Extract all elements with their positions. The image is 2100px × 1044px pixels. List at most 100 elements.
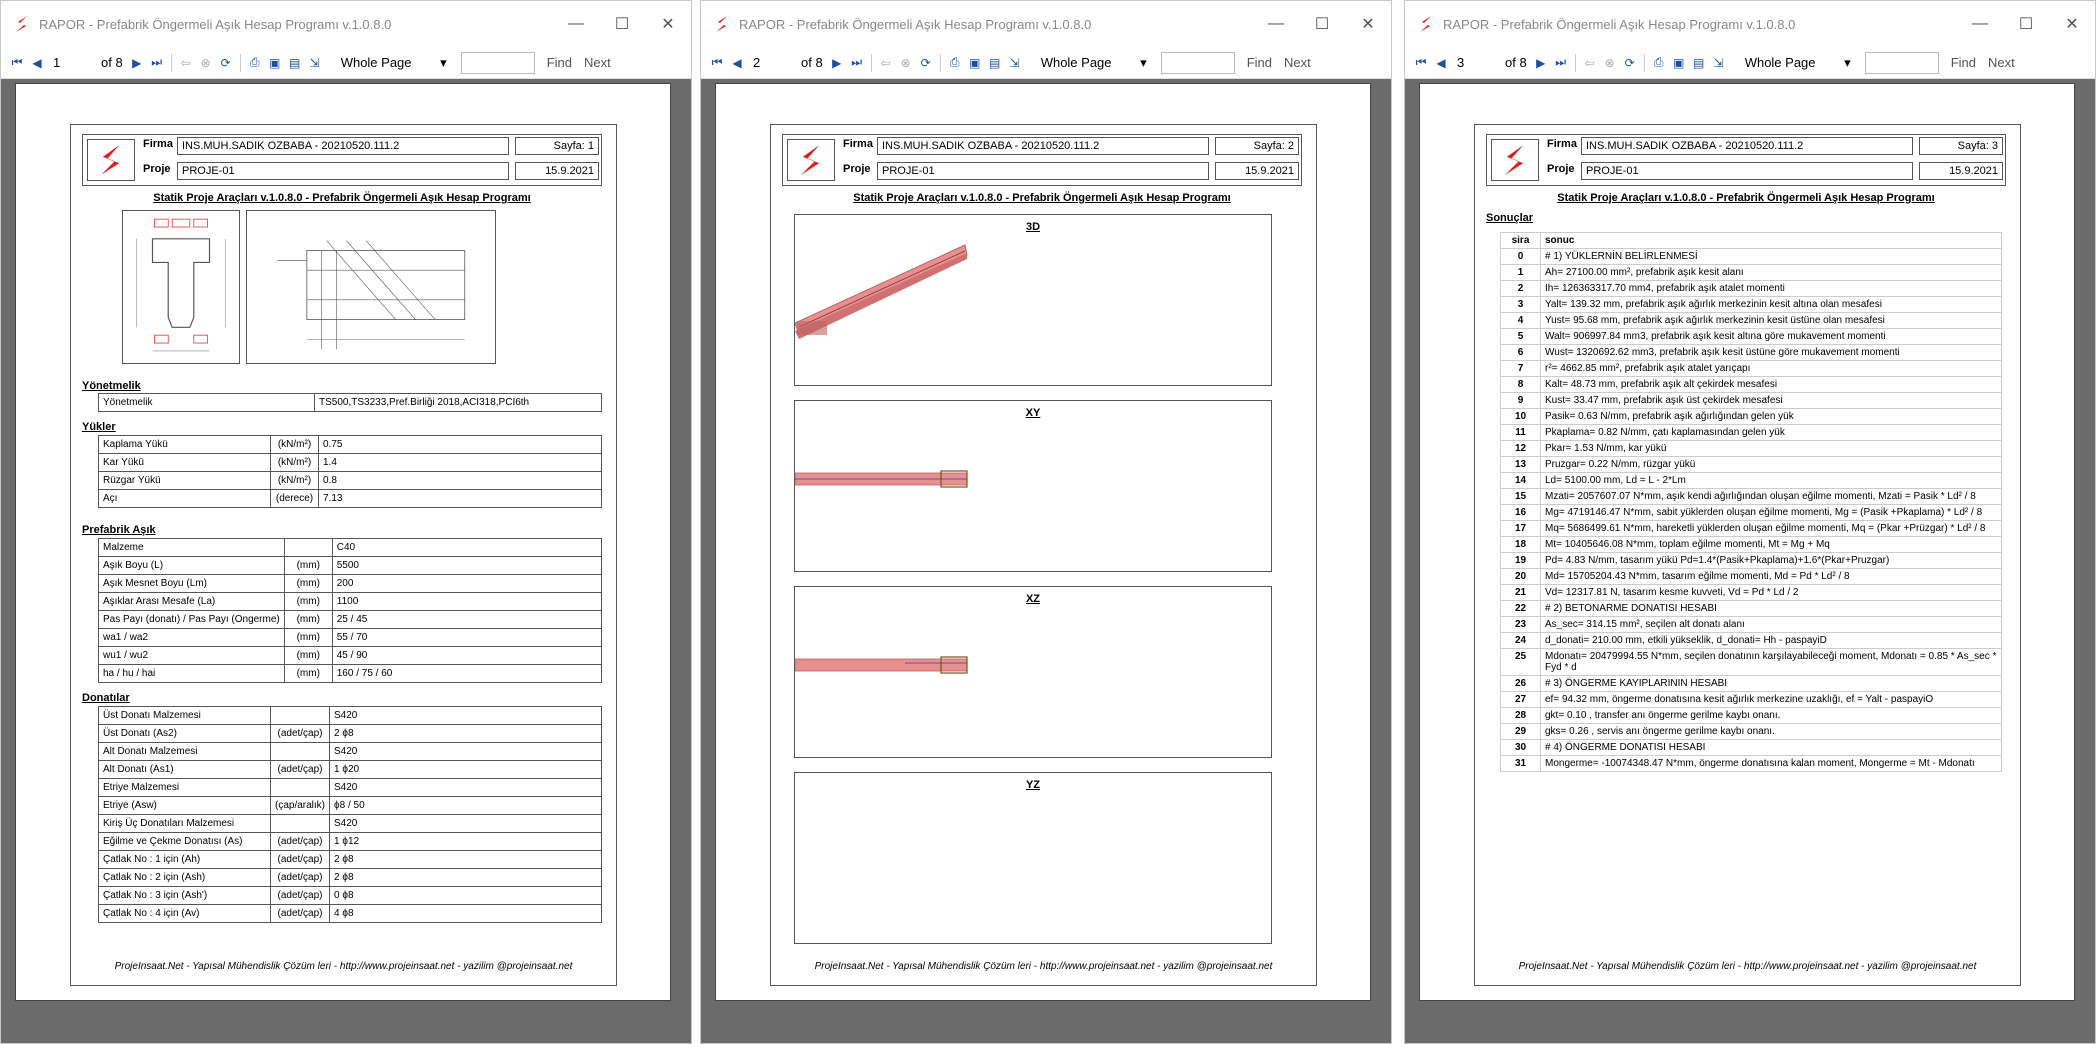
close-button[interactable]: ✕ — [2049, 14, 2095, 34]
cell: (mm) — [283, 646, 333, 665]
print-layout-icon[interactable]: ▣ — [1669, 53, 1689, 73]
export-icon[interactable]: ⇲ — [305, 53, 325, 73]
page-number-input[interactable] — [747, 52, 787, 73]
cell: S420 — [329, 778, 602, 797]
row-result: # 2) BETONARME DONATISI HESABI — [1540, 600, 2002, 617]
refresh-icon[interactable]: ⟳ — [216, 53, 236, 73]
find-input[interactable] — [1864, 51, 1939, 74]
first-page-icon[interactable]: ⏮ — [7, 53, 27, 73]
cell: (mm) — [283, 628, 333, 647]
last-page-icon[interactable]: ⏭ — [1551, 53, 1571, 73]
cell: Etriye Malzemesi — [98, 778, 271, 797]
cell: 1 ϕ12 — [329, 832, 602, 851]
date-value: 15.9.2021 — [1919, 162, 2003, 180]
print-icon[interactable]: ⎙ — [945, 53, 965, 73]
cell: Etriye (Asw) — [98, 796, 271, 815]
back-icon[interactable]: ⇦ — [176, 53, 196, 73]
stop-icon[interactable]: ⊗ — [896, 53, 916, 73]
export-icon[interactable]: ⇲ — [1709, 53, 1729, 73]
next-page-icon[interactable]: ▶ — [127, 53, 147, 73]
find-input[interactable] — [460, 51, 535, 74]
proje-value: PROJE-01 — [1581, 162, 1913, 180]
close-button[interactable]: ✕ — [1345, 14, 1391, 34]
firma-label: Firma — [843, 138, 873, 150]
table-row: 22 # 2) BETONARME DONATISI HESABI — [1500, 600, 2002, 617]
print-icon[interactable]: ⎙ — [245, 53, 265, 73]
report-viewer[interactable]: Firma Proje INS.MUH.SADIK OZBABA - 20210… — [1, 79, 691, 1043]
next-link[interactable]: Next — [584, 55, 611, 70]
export-icon[interactable]: ⇲ — [1005, 53, 1025, 73]
row-index: 6 — [1500, 344, 1541, 361]
maximize-button[interactable]: ☐ — [2003, 14, 2049, 34]
print-icon[interactable]: ⎙ — [1649, 53, 1669, 73]
row-index: 13 — [1500, 456, 1541, 473]
back-icon[interactable]: ⇦ — [876, 53, 896, 73]
column-header: sonuc — [1540, 232, 2002, 249]
separator — [170, 53, 172, 72]
company-logo-icon — [1491, 139, 1539, 181]
close-button[interactable]: ✕ — [645, 14, 691, 34]
minimize-button[interactable]: — — [553, 15, 599, 33]
minimize-button[interactable]: — — [1957, 15, 2003, 33]
table-row: Pas Payı (donatı) / Pas Payı (Ongerme) (m… — [98, 610, 603, 629]
row-result: Pasik= 0.63 N/mm, prefabrik aşık ağırlığ… — [1540, 408, 2002, 425]
first-page-icon[interactable]: ⏮ — [707, 53, 727, 73]
cell: (kN/m²) — [270, 435, 319, 454]
section-yonetmelik: Yönetmelik — [82, 380, 141, 392]
last-page-icon[interactable]: ⏭ — [147, 53, 167, 73]
page-number-input[interactable] — [1451, 52, 1491, 73]
cell: 200 — [331, 574, 603, 593]
back-icon[interactable]: ⇦ — [1580, 53, 1600, 73]
page-number-input[interactable] — [47, 52, 87, 73]
next-page-icon[interactable]: ▶ — [827, 53, 847, 73]
table-row: Etriye (Asw) (çap/aralık) ϕ8 / 50 — [98, 796, 602, 815]
table-row: 2 Ih= 126363317.70 mm4, prefabrik aşık at… — [1500, 280, 2002, 297]
next-link[interactable]: Next — [1284, 55, 1311, 70]
find-link[interactable]: Find — [1951, 55, 1976, 70]
page-setup-icon[interactable]: ▤ — [1689, 53, 1709, 73]
app-logo-icon — [1420, 16, 1431, 32]
cell: Çatlak No : 1 için (Ah) — [98, 850, 271, 869]
minimize-button[interactable]: — — [1253, 15, 1299, 33]
find-link[interactable]: Find — [1247, 55, 1272, 70]
prev-page-icon[interactable]: ◀ — [27, 53, 47, 73]
page-setup-icon[interactable]: ▤ — [285, 53, 305, 73]
separator — [870, 53, 872, 72]
print-layout-icon[interactable]: ▣ — [265, 53, 285, 73]
stop-icon[interactable]: ⊗ — [196, 53, 216, 73]
cell: Malzeme — [98, 538, 285, 557]
cell: S420 — [329, 706, 602, 725]
cell: Alt Donatı Malzemesi — [98, 742, 271, 761]
stop-icon[interactable]: ⊗ — [1600, 53, 1620, 73]
next-page-icon[interactable]: ▶ — [1531, 53, 1551, 73]
row-index: 7 — [1500, 360, 1541, 377]
find-input[interactable] — [1160, 51, 1235, 74]
maximize-button[interactable]: ☐ — [1299, 14, 1345, 34]
table-row: ha / hu / hai (mm) 160 / 75 / 60 — [98, 664, 603, 683]
prev-page-icon[interactable]: ◀ — [727, 53, 747, 73]
cell: Kaplama Yükü — [98, 435, 271, 454]
zoom-select[interactable]: Whole Page ▾ — [1739, 52, 1857, 74]
maximize-button[interactable]: ☐ — [599, 14, 645, 34]
cell — [269, 814, 331, 833]
next-link[interactable]: Next — [1988, 55, 2015, 70]
cell: wu1 / wu2 — [98, 646, 285, 665]
print-layout-icon[interactable]: ▣ — [965, 53, 985, 73]
report-viewer[interactable]: Firma Proje INS.MUH.SADIK OZBABA - 20210… — [1405, 79, 2095, 1043]
row-result: Kalt= 48.73 mm, prefabrik aşık alt çekir… — [1540, 376, 2002, 393]
page-label: Sayfa: 1 — [515, 137, 599, 155]
zoom-select[interactable]: Whole Page ▾ — [335, 52, 453, 74]
find-link[interactable]: Find — [547, 55, 572, 70]
toolbar: ⏮ ◀ of 8 ▶ ⏭ ⇦ ⊗ ⟳ ⎙ ▣ ▤ ⇲ Whole Page ▾ F… — [1405, 47, 2095, 79]
report-viewer[interactable]: Firma Proje INS.MUH.SADIK OZBABA - 20210… — [701, 79, 1391, 1043]
refresh-icon[interactable]: ⟳ — [1620, 53, 1640, 73]
asik-table: Malzeme C40 Aşık Boyu (L) (mm) 5500 Aşık Mesn… — [98, 538, 603, 683]
last-page-icon[interactable]: ⏭ — [847, 53, 867, 73]
page-setup-icon[interactable]: ▤ — [985, 53, 1005, 73]
zoom-select[interactable]: Whole Page ▾ — [1035, 52, 1153, 74]
prev-page-icon[interactable]: ◀ — [1431, 53, 1451, 73]
first-page-icon[interactable]: ⏮ — [1411, 53, 1431, 73]
refresh-icon[interactable]: ⟳ — [916, 53, 936, 73]
row-index: 15 — [1500, 488, 1541, 505]
table-row: Aşık Mesnet Boyu (Lm) (mm) 200 — [98, 574, 603, 593]
